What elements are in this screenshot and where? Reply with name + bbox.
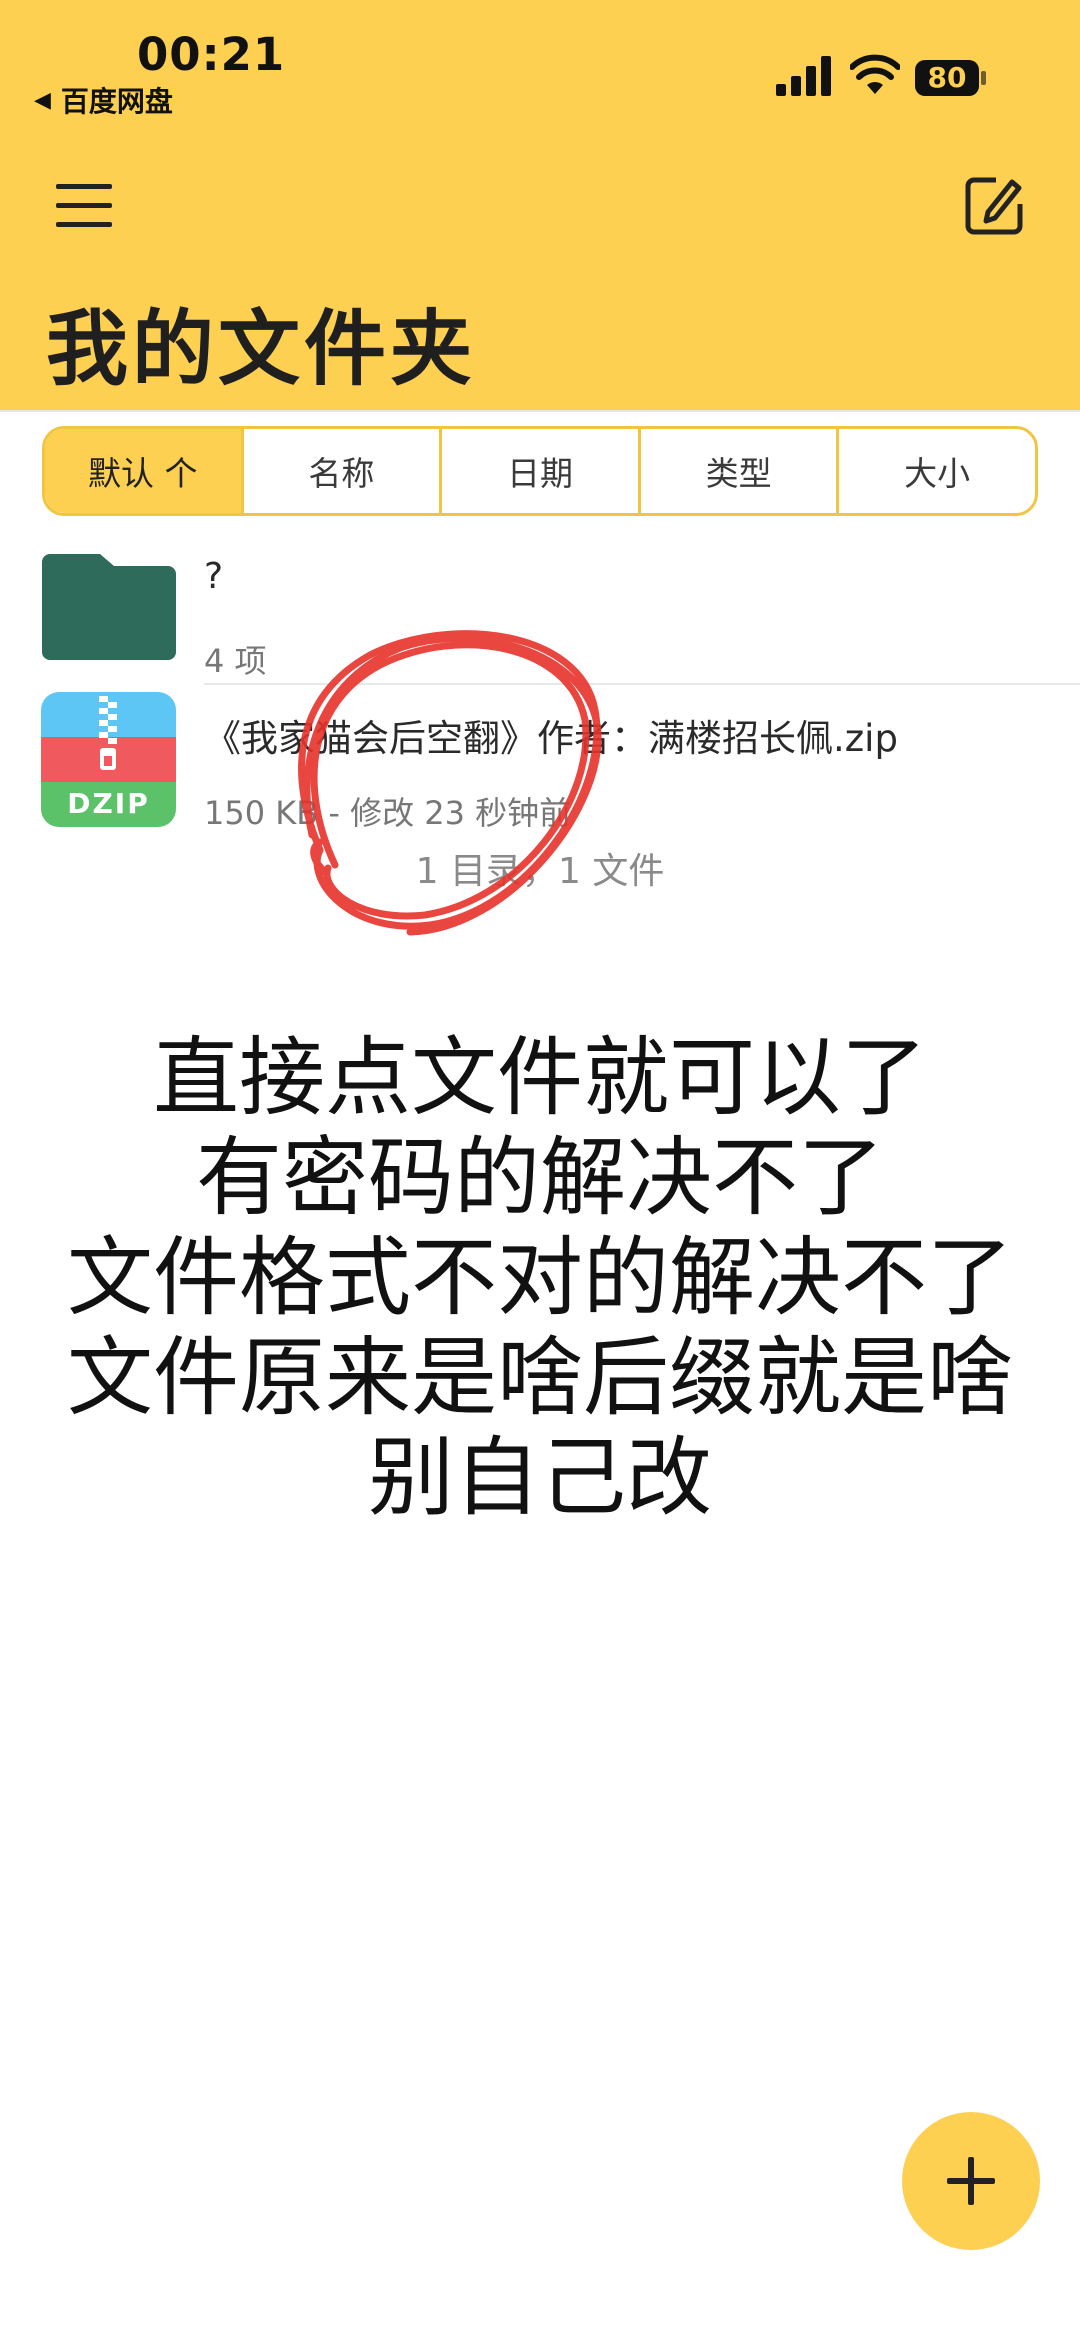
header-bar: 00:21 ◀ 百度网盘 80 我的文件夹 xyxy=(0,0,1080,410)
battery-level: 80 xyxy=(927,61,967,94)
edit-note-icon[interactable] xyxy=(962,174,1026,238)
caption-line: 文件原来是啥后缀就是啥 xyxy=(67,1328,1013,1428)
directory-summary: 1 目录，1 文件 xyxy=(415,851,665,892)
sort-tab-name[interactable]: 名称 xyxy=(240,429,440,513)
sort-segmented-control: 默认 个 名称 日期 类型 大小 xyxy=(42,426,1038,516)
folder-item-count: 4 项 xyxy=(204,642,267,680)
dzip-icon-label: DZIP xyxy=(67,787,150,820)
add-button[interactable] xyxy=(902,2112,1040,2250)
caption-line: 文件格式不对的解决不了 xyxy=(67,1228,1013,1328)
folder-name: ? xyxy=(204,556,224,597)
red-annotation-circle xyxy=(298,630,602,936)
sort-tab-size[interactable]: 大小 xyxy=(836,429,1035,513)
sort-tab-date[interactable]: 日期 xyxy=(439,429,638,513)
status-time: 00:21 xyxy=(137,28,286,81)
cellular-signal-icon xyxy=(776,56,831,96)
header-divider xyxy=(0,410,1080,412)
list-divider xyxy=(204,683,1080,685)
page-title: 我的文件夹 xyxy=(46,302,477,397)
folder-icon xyxy=(42,554,176,660)
dzip-icon: DZIP xyxy=(41,692,176,827)
back-to-app-button[interactable]: ◀ 百度网盘 xyxy=(34,80,173,120)
zip-file-meta: 150 KB - 修改 23 秒钟前 xyxy=(204,794,572,832)
caption-line: 有密码的解决不了 xyxy=(196,1128,884,1228)
sort-tab-default[interactable]: 默认 个 xyxy=(45,429,241,513)
overlay-caption: 直接点文件就可以了 有密码的解决不了 文件格式不对的解决不了 文件原来是啥后缀就… xyxy=(0,1028,1080,1528)
wifi-icon xyxy=(850,54,900,94)
caption-line: 别自己改 xyxy=(368,1428,712,1528)
hamburger-menu-icon[interactable] xyxy=(52,178,116,234)
sort-tab-type[interactable]: 类型 xyxy=(637,429,837,513)
zip-file-name: 《我家猫会后空翻》作者：满楼招长佩.zip xyxy=(204,717,898,760)
back-app-label: 百度网盘 xyxy=(60,85,173,118)
caption-line: 直接点文件就可以了 xyxy=(153,1028,927,1128)
battery-indicator: 80 xyxy=(915,58,987,98)
plus-icon xyxy=(947,2157,995,2205)
back-triangle-icon: ◀ xyxy=(34,87,51,113)
